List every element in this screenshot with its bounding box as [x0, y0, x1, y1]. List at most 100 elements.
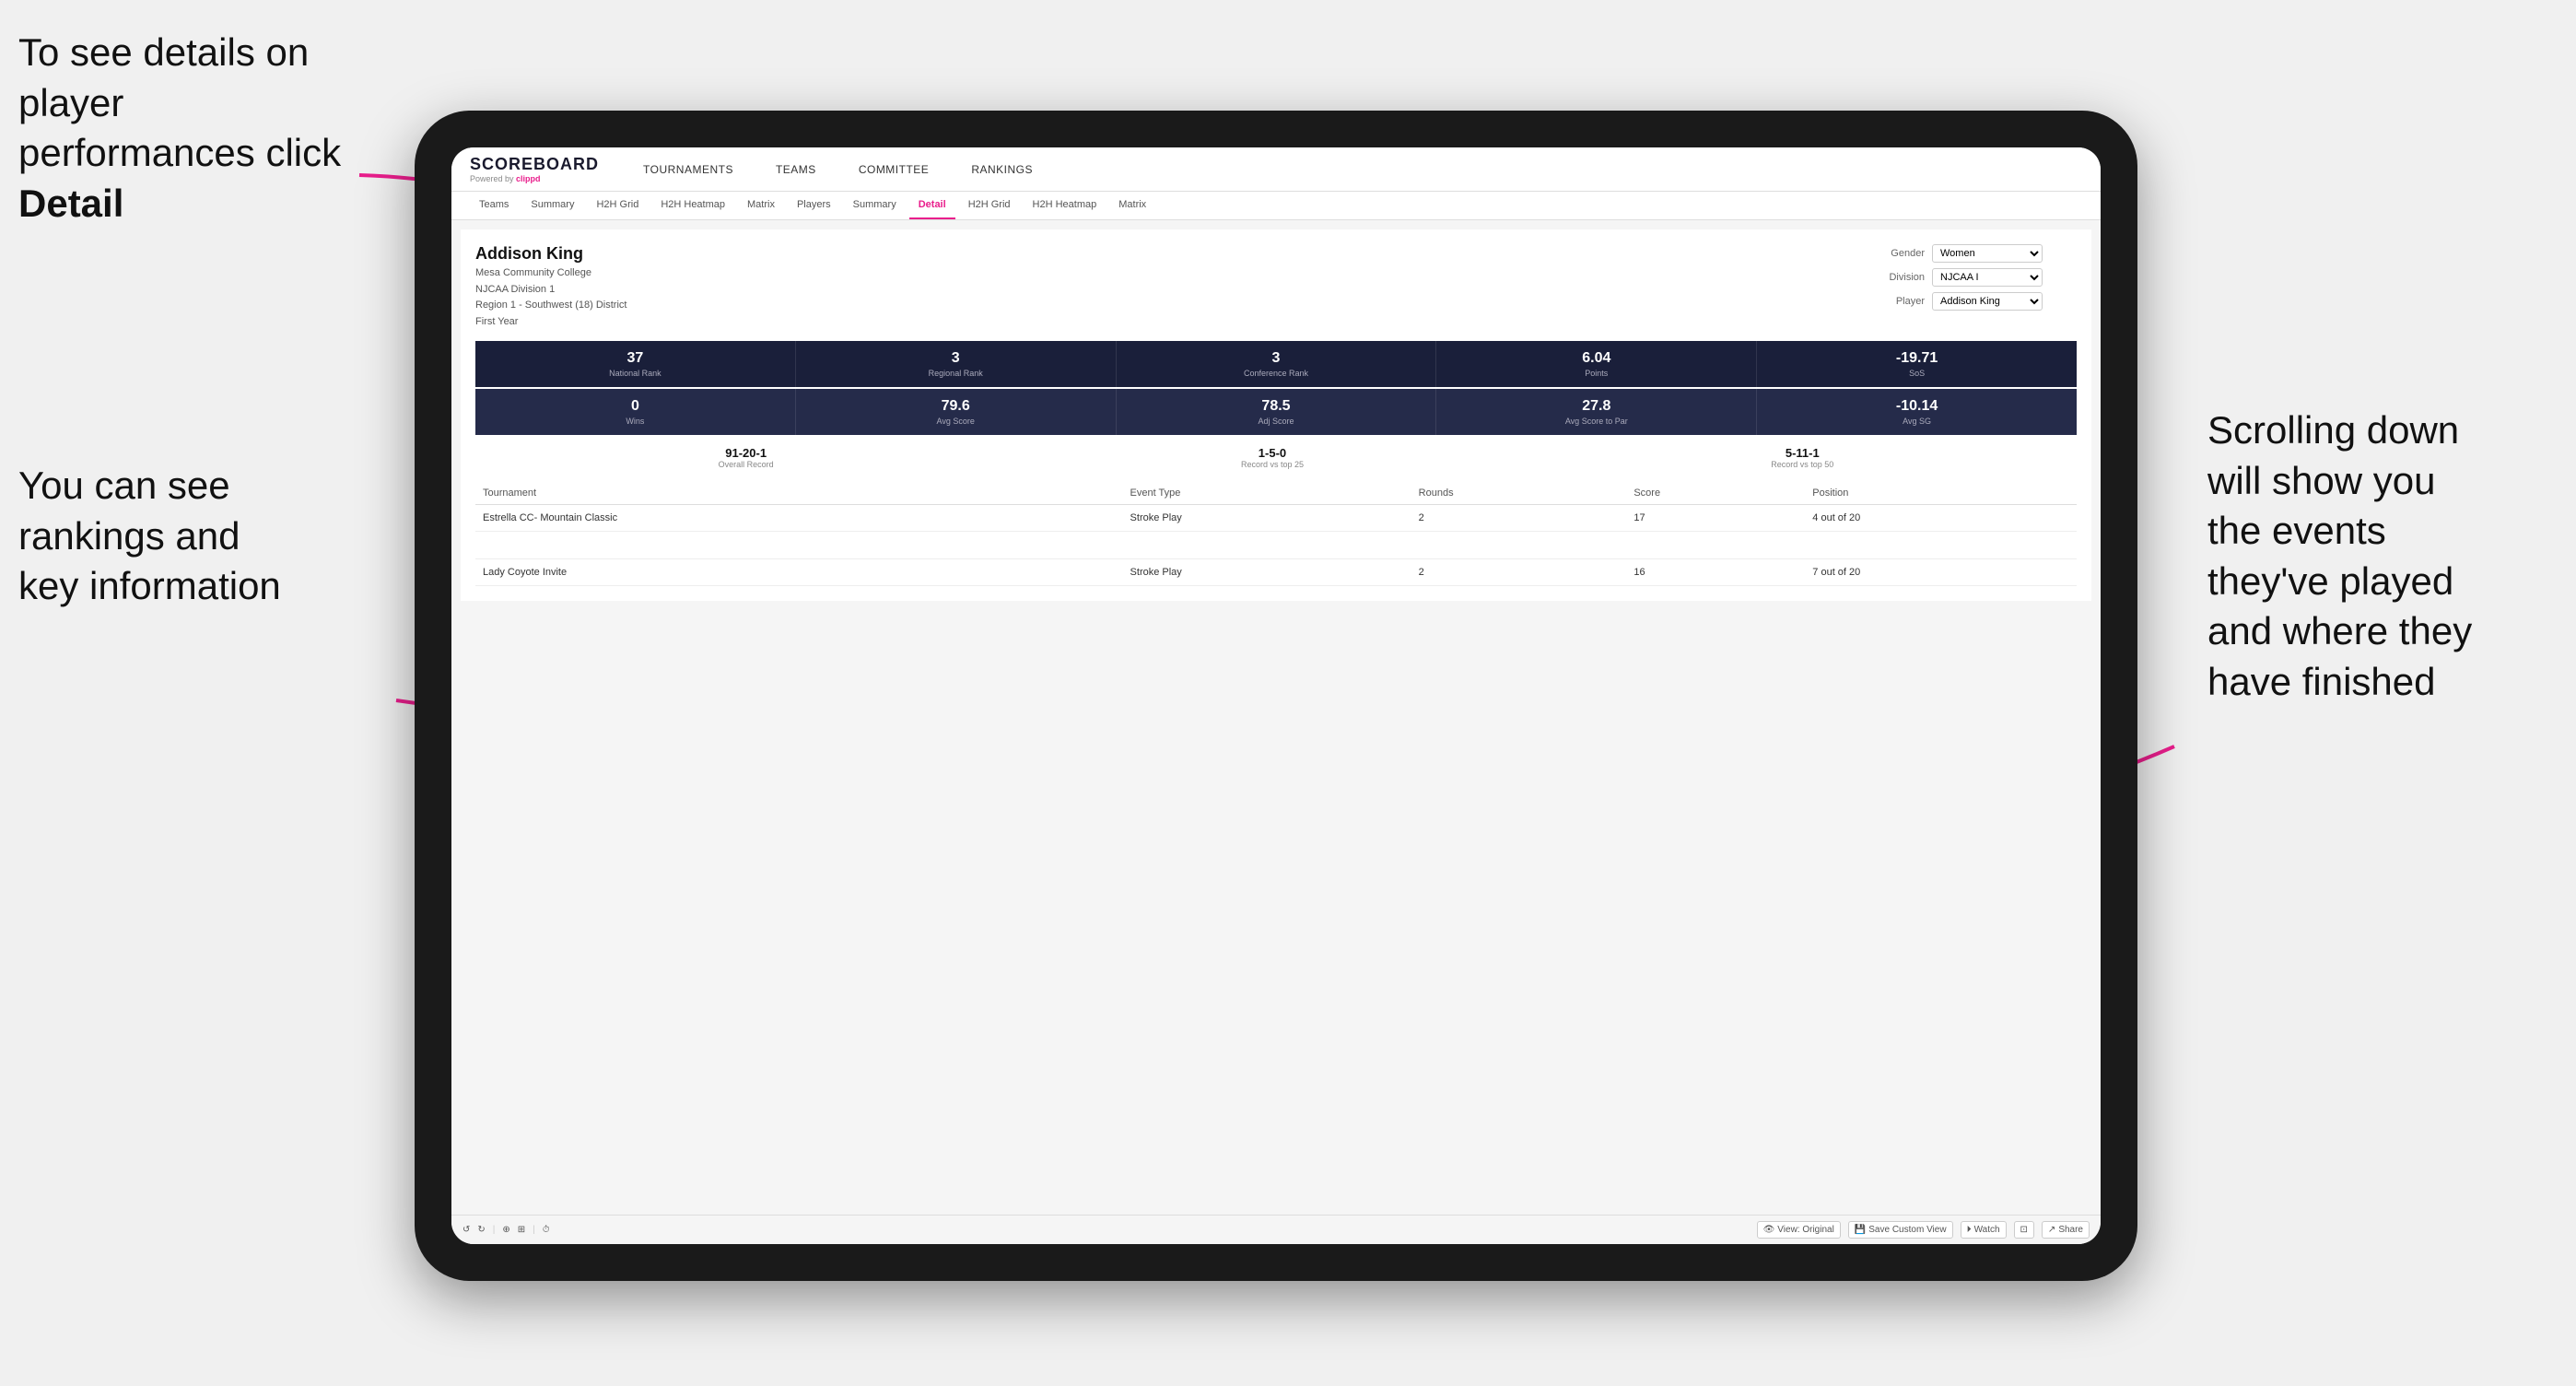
layout-button[interactable]: ⊡	[2014, 1221, 2034, 1239]
top-nav: SCOREBOARD Powered by clippd TOURNAMENTS…	[451, 147, 2101, 192]
cell-position-2: 7 out of 20	[1805, 559, 2077, 586]
table-header-row: Tournament Event Type Rounds Score Posit…	[475, 482, 2077, 505]
stat-avg-score: 79.6 Avg Score	[796, 389, 1117, 435]
gender-label: Gender	[1874, 248, 1925, 259]
logo-area: SCOREBOARD Powered by clippd	[470, 155, 599, 183]
conference-rank-value: 3	[1122, 350, 1431, 367]
stat-points: 6.04 Points	[1436, 341, 1757, 387]
tab-players[interactable]: Players	[788, 192, 840, 219]
conference-rank-label: Conference Rank	[1122, 369, 1431, 378]
record-overall-value: 91-20-1	[719, 446, 774, 460]
record-top25-value: 1-5-0	[1241, 446, 1304, 460]
avg-score-value: 79.6	[802, 398, 1110, 415]
stat-regional-rank: 3 Regional Rank	[796, 341, 1117, 387]
stat-conference-rank: 3 Conference Rank	[1117, 341, 1437, 387]
national-rank-label: National Rank	[481, 369, 790, 378]
stat-sos: -19.71 SoS	[1757, 341, 2077, 387]
tablet-screen: SCOREBOARD Powered by clippd TOURNAMENTS…	[451, 147, 2101, 1244]
main-content[interactable]: Addison King Mesa Community College NJCA…	[451, 220, 2101, 1215]
national-rank-value: 37	[481, 350, 790, 367]
nav-tournaments[interactable]: TOURNAMENTS	[636, 159, 741, 180]
tab-h2h-heatmap2[interactable]: H2H Heatmap	[1024, 192, 1107, 219]
share-button[interactable]: ↗ Share	[2042, 1221, 2090, 1239]
tab-teams[interactable]: Teams	[470, 192, 518, 219]
stat-avg-sg: -10.14 Avg SG	[1757, 389, 2077, 435]
tablet-frame: SCOREBOARD Powered by clippd TOURNAMENTS…	[415, 111, 2137, 1281]
stats-row-1: 37 National Rank 3 Regional Rank 3 Confe…	[475, 341, 2077, 387]
annotation-bottomright: Scrolling downwill show youthe eventsthe…	[2207, 405, 2558, 708]
stat-wins: 0 Wins	[475, 389, 796, 435]
avg-score-label: Avg Score	[802, 417, 1110, 426]
records-row: 91-20-1 Overall Record 1-5-0 Record vs t…	[475, 446, 2077, 469]
nav-committee[interactable]: COMMITTEE	[851, 159, 937, 180]
gender-select[interactable]: Women	[1932, 244, 2043, 263]
player-school: Mesa Community College	[475, 265, 626, 282]
cell-score-empty	[1626, 532, 1805, 559]
view-original-button[interactable]: 👁 View: Original	[1757, 1221, 1841, 1239]
cell-rounds-empty	[1411, 532, 1627, 559]
avg-sg-label: Avg SG	[1762, 417, 2071, 426]
logo-clippd: clippd	[516, 174, 541, 183]
avg-sg-value: -10.14	[1762, 398, 2071, 415]
player-header: Addison King Mesa Community College NJCA…	[475, 244, 2077, 330]
regional-rank-label: Regional Rank	[802, 369, 1110, 378]
save-custom-button[interactable]: 💾 Save Custom View	[1848, 1221, 1953, 1239]
annotation-bottomleft: You can seerankings andkey information	[18, 461, 369, 612]
cell-position-1: 4 out of 20	[1805, 505, 2077, 532]
cell-event-type-1: Stroke Play	[1123, 505, 1411, 532]
toolbar-undo-icon[interactable]: ↺	[463, 1225, 470, 1235]
player-info: Addison King Mesa Community College NJCA…	[475, 244, 626, 330]
toolbar-redo-icon[interactable]: ↻	[477, 1225, 485, 1235]
avg-score-par-label: Avg Score to Par	[1442, 417, 1751, 426]
cell-score-1: 17	[1626, 505, 1805, 532]
nav-rankings[interactable]: RANKINGS	[964, 159, 1040, 180]
col-tournament: Tournament	[475, 482, 1123, 505]
division-select[interactable]: NJCAA I	[1932, 268, 2043, 287]
division-filter-row: Division NJCAA I	[1874, 268, 2077, 287]
cell-rounds-2: 2	[1411, 559, 1627, 586]
watch-button[interactable]: ⏵ Watch	[1961, 1221, 2007, 1239]
annotation-detail-bold: Detail	[18, 182, 123, 225]
stat-adj-score: 78.5 Adj Score	[1117, 389, 1437, 435]
toolbar-zoom-icon[interactable]: ⊕	[502, 1225, 509, 1235]
tab-matrix[interactable]: Matrix	[738, 192, 784, 219]
record-top50: 5-11-1 Record vs top 50	[1771, 446, 1833, 469]
tab-h2h-grid2[interactable]: H2H Grid	[959, 192, 1020, 219]
cell-tournament-empty	[475, 532, 1123, 559]
sos-label: SoS	[1762, 369, 2071, 378]
avg-score-par-value: 27.8	[1442, 398, 1751, 415]
player-select[interactable]: Addison King	[1932, 292, 2043, 311]
player-region: Region 1 - Southwest (18) District	[475, 298, 626, 314]
tournament-table-head: Tournament Event Type Rounds Score Posit…	[475, 482, 2077, 505]
adj-score-label: Adj Score	[1122, 417, 1431, 426]
record-top25: 1-5-0 Record vs top 25	[1241, 446, 1304, 469]
tab-detail[interactable]: Detail	[909, 192, 955, 219]
stat-avg-score-par: 27.8 Avg Score to Par	[1436, 389, 1757, 435]
stats-row-2: 0 Wins 79.6 Avg Score 78.5 Adj Score 2	[475, 389, 2077, 435]
regional-rank-value: 3	[802, 350, 1110, 367]
col-event-type: Event Type	[1123, 482, 1411, 505]
col-rounds: Rounds	[1411, 482, 1627, 505]
logo-scoreboard: SCOREBOARD	[470, 155, 599, 174]
tournament-table-body: Estrella CC- Mountain Classic Stroke Pla…	[475, 505, 2077, 586]
tab-summary2[interactable]: Summary	[844, 192, 906, 219]
sub-nav: Teams Summary H2H Grid H2H Heatmap Matri…	[451, 192, 2101, 220]
nav-teams[interactable]: TEAMS	[768, 159, 824, 180]
table-row[interactable]: Lady Coyote Invite Stroke Play 2 16 7 ou…	[475, 559, 2077, 586]
tab-summary[interactable]: Summary	[521, 192, 583, 219]
bottom-toolbar: ↺ ↻ | ⊕ ⊞ | ⏱ 👁 View: Original 💾 Save Cu…	[451, 1215, 2101, 1244]
tab-h2h-heatmap[interactable]: H2H Heatmap	[651, 192, 734, 219]
record-overall: 91-20-1 Overall Record	[719, 446, 774, 469]
tab-matrix2[interactable]: Matrix	[1109, 192, 1155, 219]
app-container: SCOREBOARD Powered by clippd TOURNAMENTS…	[451, 147, 2101, 1244]
player-division: NJCAA Division 1	[475, 282, 626, 299]
tab-h2h-grid[interactable]: H2H Grid	[587, 192, 648, 219]
table-row[interactable]	[475, 532, 2077, 559]
cell-tournament-1: Estrella CC- Mountain Classic	[475, 505, 1123, 532]
toolbar-clock-icon[interactable]: ⏱	[543, 1225, 550, 1235]
player-label: Player	[1874, 296, 1925, 307]
adj-score-value: 78.5	[1122, 398, 1431, 415]
table-row[interactable]: Estrella CC- Mountain Classic Stroke Pla…	[475, 505, 2077, 532]
cell-tournament-2: Lady Coyote Invite	[475, 559, 1123, 586]
toolbar-fit-icon[interactable]: ⊞	[518, 1225, 525, 1235]
